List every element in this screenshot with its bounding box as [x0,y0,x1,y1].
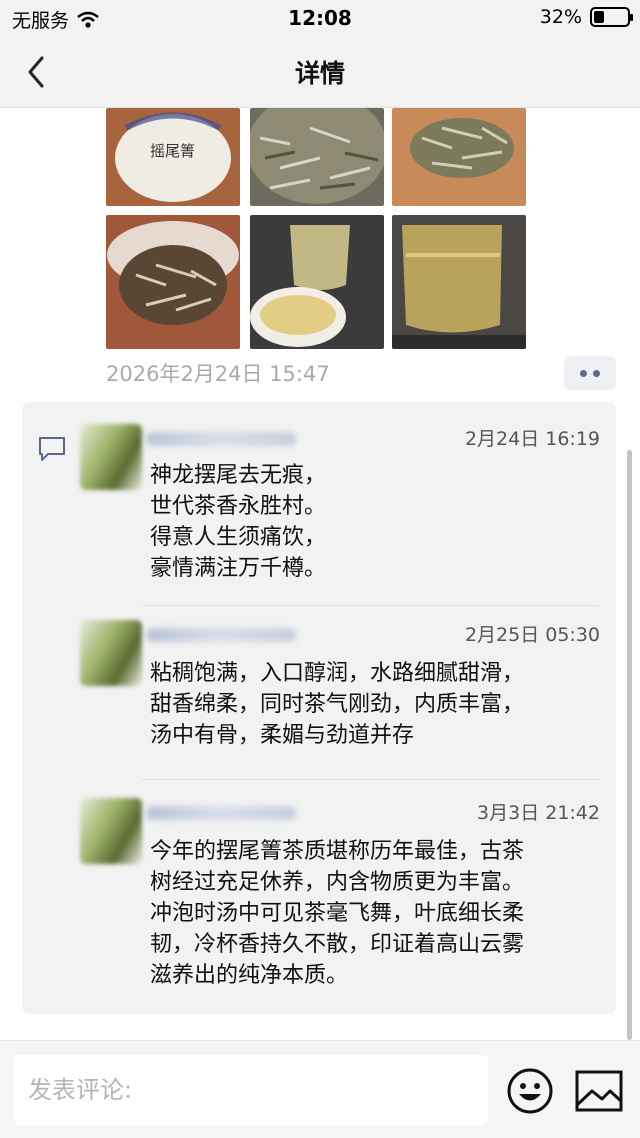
status-bar: 无服务 12:08 32% [0,0,640,36]
commenter-name [146,628,296,642]
comment-line: 得意人生须痛饮， [150,525,327,550]
emoji-button[interactable] [506,1067,554,1115]
comment-line: 甜香绵柔，同时茶气刚劲，内质丰富， [150,692,525,717]
battery-icon [590,7,633,27]
post-timestamp: 2026年2月24日 15:47 [106,362,330,386]
comment-icon [39,437,65,461]
photo-tea-cake-wrapped[interactable]: 摇尾箐 [106,108,240,206]
more-button[interactable] [564,356,616,390]
photo-tea-in-glass-and-cup[interactable] [250,215,384,349]
nav-bar: 详情 [0,36,640,108]
image-icon [575,1070,623,1112]
comment-bar [0,1040,640,1138]
more-dots-icon [580,369,587,377]
comment-item[interactable]: 3月3日 21:42 今年的摆尾箐茶质堪称历年最佳，古茶 树经过充足休养，内含物… [80,798,600,998]
commenter-name [146,806,296,820]
comment-item[interactable]: 2月24日 16:19 神龙摆尾去无痕， 世代茶香永胜村。 得意人生须痛饮， 豪… [80,424,600,584]
comment-line: 世代茶香永胜村。 [150,494,327,519]
divider [142,605,598,606]
comment-line: 豪情满注万千樽。 [150,556,327,581]
photo-loose-tea-leaves[interactable] [392,108,526,206]
comment-timestamp: 3月3日 21:42 [477,802,600,824]
comment-line: 粘稠饱满，入口醇润，水路细腻甜滑， [150,661,525,686]
comment-item[interactable]: 2月25日 05:30 粘稠饱满，入口醇润，水路细腻甜滑， 甜香绵柔，同时茶气刚… [80,620,600,760]
comment-input[interactable] [14,1055,488,1125]
comment-timestamp: 2月24日 16:19 [464,428,600,450]
comment-line: 汤中有骨，柔媚与劲道并存 [150,723,415,748]
comment-line: 神龙摆尾去无痕， [150,463,327,488]
avatar [80,424,142,490]
comment-text: 今年的摆尾箐茶质堪称历年最佳，古茶 树经过充足休养，内含物质更为丰富。 冲泡时汤… [150,836,600,991]
comment-text: 神龙摆尾去无痕， 世代茶香永胜村。 得意人生须痛饮， 豪情满注万千樽。 [150,460,600,584]
comment-line: 韧，冷杯香持久不散，印证着高山云雾 [150,932,525,957]
status-right: 32% [539,6,633,28]
divider [142,779,598,780]
commenter-name [146,432,296,446]
image-button[interactable] [574,1069,624,1113]
comment-line: 滋养出的纯净本质。 [150,963,349,988]
comment-timestamp: 2月25日 05:30 [464,624,600,646]
comment-text: 粘稠饱满，入口醇润，水路细腻甜滑， 甜香绵柔，同时茶气刚劲，内质丰富， 汤中有骨… [150,658,600,751]
avatar [80,798,142,864]
more-dots-icon [593,369,600,377]
photo-caption: 摇尾箐 [150,142,195,160]
emoji-icon [507,1068,553,1114]
comment-line: 今年的摆尾箐茶质堪称历年最佳，古茶 [150,839,525,864]
post-meta: 2026年2月24日 15:47 [106,356,616,392]
comment-line: 冲泡时汤中可见茶毫飞舞，叶底细长柔 [150,901,525,926]
battery-percent: 32% [539,6,582,28]
photo-tea-glass-pitcher[interactable] [392,215,526,349]
scrollbar[interactable] [627,450,632,1040]
photo-tea-in-clay-pot[interactable] [106,215,240,349]
avatar [80,620,142,686]
comments-section: 2月24日 16:19 神龙摆尾去无痕， 世代茶香永胜村。 得意人生须痛饮， 豪… [22,402,616,1014]
page-title: 详情 [294,59,345,88]
battery-level [594,11,604,23]
comment-line: 树经过充足休养，内含物质更为丰富。 [150,870,525,895]
photo-tea-cake-unwrapped[interactable] [250,108,384,206]
